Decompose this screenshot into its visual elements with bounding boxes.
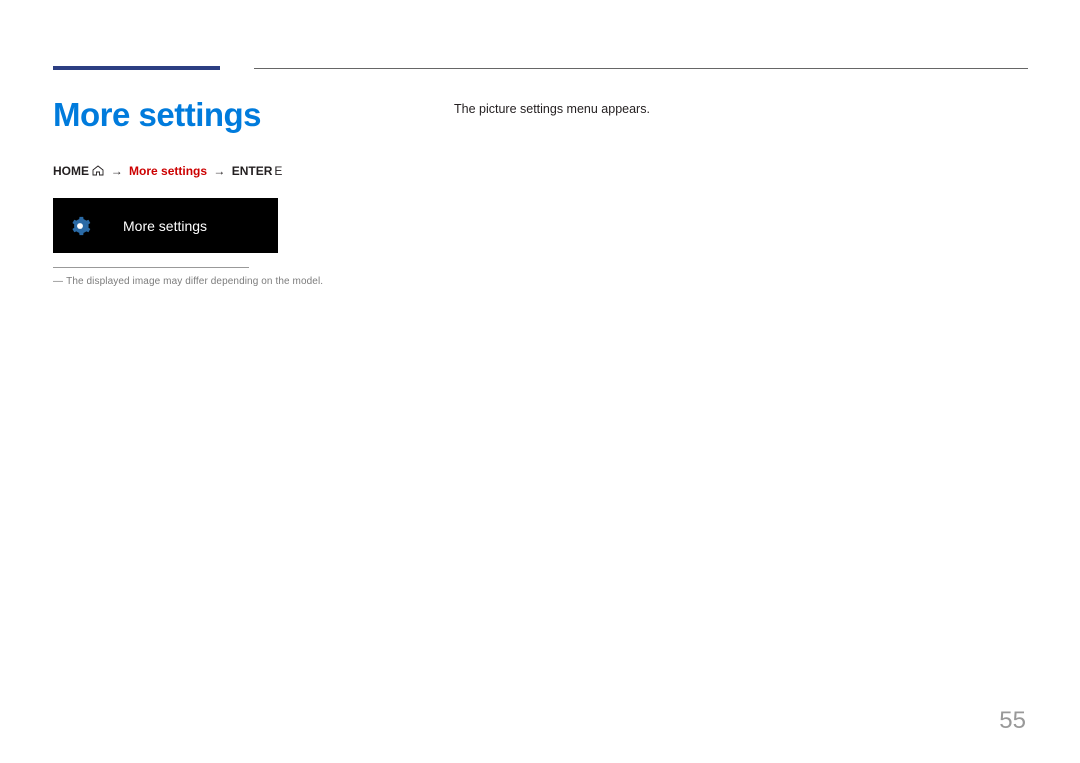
gear-icon xyxy=(65,215,95,237)
section-heading: More settings xyxy=(53,96,433,134)
nav-home-label: HOME xyxy=(53,164,89,178)
body-text: The picture settings menu appears. xyxy=(454,102,1014,116)
disclaimer-note: ―The displayed image may differ dependin… xyxy=(53,276,433,287)
horizontal-rule xyxy=(254,68,1028,69)
tile-label: More settings xyxy=(123,218,207,234)
enter-icon: E xyxy=(274,164,282,178)
nav-arrow-1: → xyxy=(111,164,123,178)
note-dash: ― xyxy=(53,276,63,287)
accent-bar xyxy=(53,66,220,70)
left-column: More settings HOME → More settings → ENT… xyxy=(53,96,433,287)
more-settings-tile: More settings xyxy=(53,198,278,253)
note-text: The displayed image may differ depending… xyxy=(66,276,323,287)
nav-enter-label: ENTER xyxy=(232,164,273,178)
note-divider xyxy=(53,267,249,268)
nav-arrow-2: → xyxy=(213,164,225,178)
page-number: 55 xyxy=(999,707,1026,735)
home-icon xyxy=(92,165,104,179)
nav-current-page: More settings xyxy=(129,164,207,178)
navigation-path: HOME → More settings → ENTERE xyxy=(53,164,433,178)
right-column: The picture settings menu appears. xyxy=(454,102,1014,116)
